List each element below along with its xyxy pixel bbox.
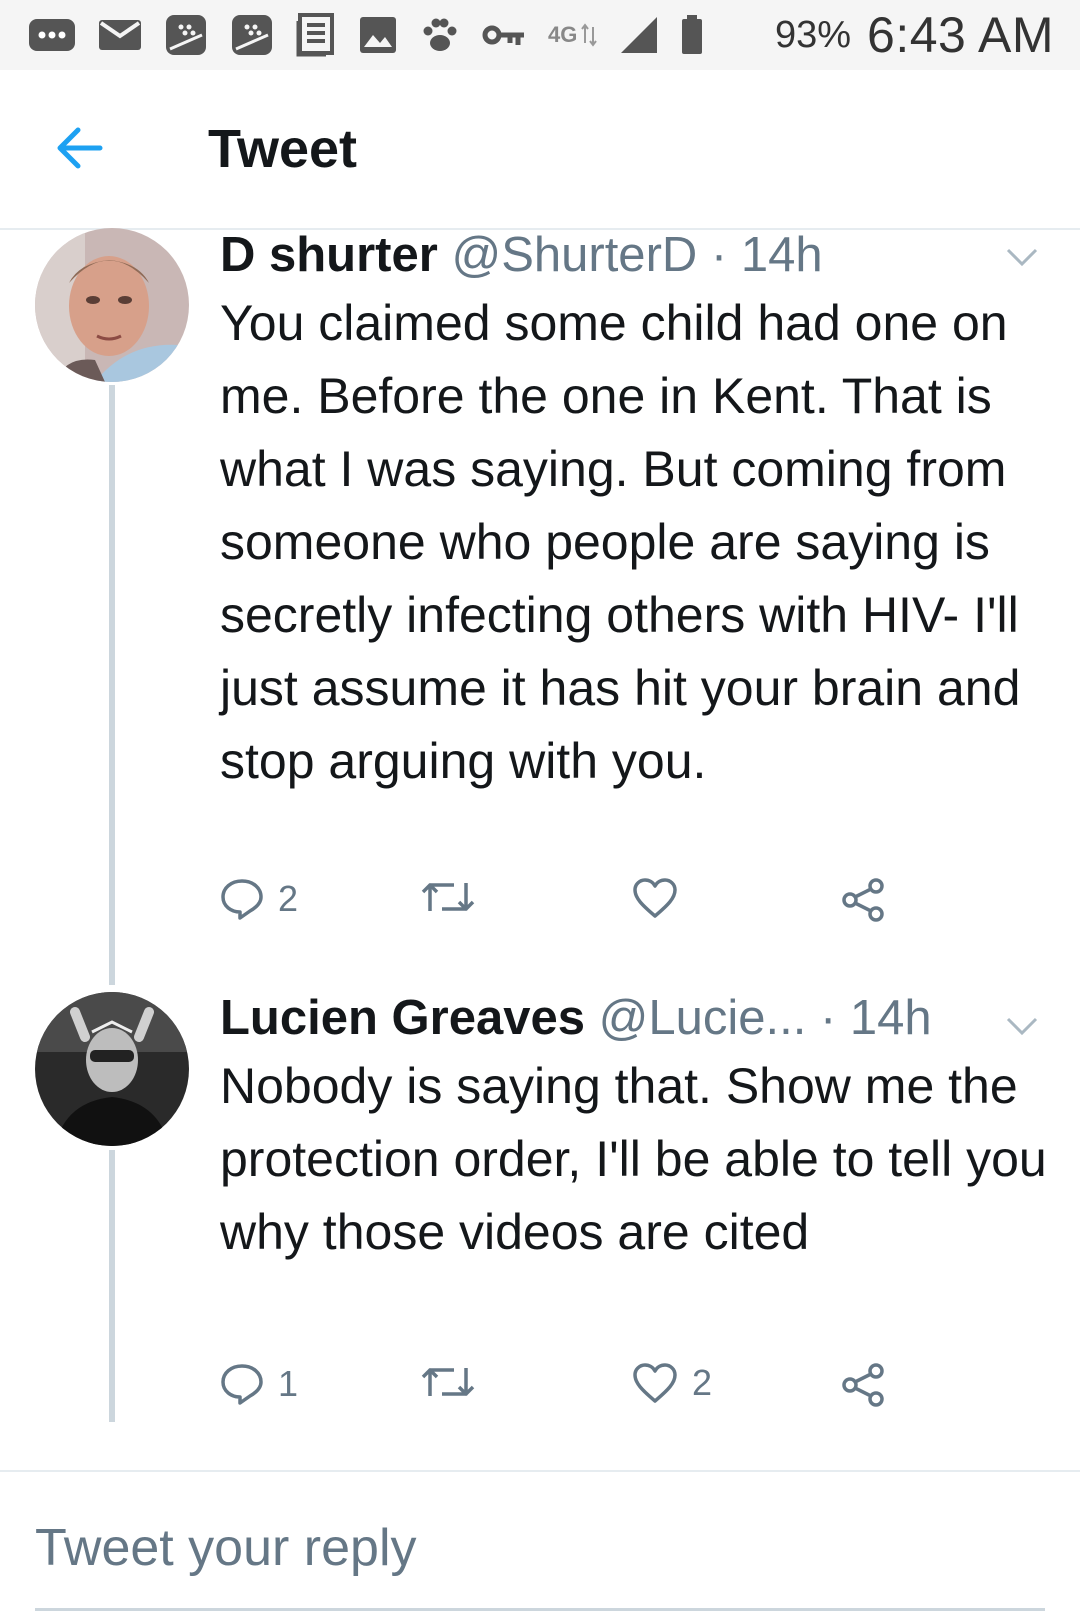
clock: 6:43 AM [867,7,1054,63]
tweet-text: You claimed some child had one on me. Be… [220,295,1021,789]
retweet-icon [421,883,475,911]
like-count: 2 [692,1362,713,1403]
paw-icon [420,15,460,55]
username[interactable]: @ShurterD [451,228,697,282]
back-arrow-icon [57,127,103,169]
display-name[interactable]: D shurter [220,228,438,282]
retweet-button[interactable] [420,1362,490,1402]
tweet-actions: 2 [220,877,920,937]
timestamp[interactable]: 14h [741,228,823,282]
share-button[interactable] [840,1362,886,1408]
tweet[interactable]: D shurter @ShurterD · 14h You claimed so… [0,225,1080,985]
reply-count: 2 [278,878,299,919]
blackberry-icon [230,13,274,57]
tweet-actions: 1 2 [220,1362,920,1422]
separator: · [710,228,728,282]
mail-icon [98,19,142,51]
reply-composer [0,1470,1080,1622]
status-right: 93% 6:43 AM [775,6,1054,64]
tweet[interactable]: Lucien Greaves @Lucie... · 14h Nobody is… [0,990,1080,1470]
like-button[interactable]: 2 [632,1362,712,1404]
more-icon [28,17,76,53]
app-bar: Tweet [0,70,1080,230]
separator: · [819,991,837,1045]
share-button[interactable] [840,877,886,923]
notification-icons: 4G [28,13,703,57]
status-bar: 4G 93% 6:43 AM [0,0,1080,70]
4g-lte-icon: 4G [548,22,598,48]
reply-button[interactable]: 1 [220,1362,298,1406]
battery-icon [681,15,703,55]
retweet-button[interactable] [420,877,490,917]
reply-button[interactable]: 2 [220,877,298,921]
image-icon [358,15,398,55]
heart-icon [633,878,677,918]
retweet-icon [421,1368,475,1396]
username[interactable]: @Lucie... [599,991,807,1045]
avatar[interactable] [35,228,189,382]
back-button[interactable] [52,122,112,174]
input-underline [35,1608,1045,1611]
page-title: Tweet [208,119,358,179]
tweet-menu-button[interactable] [1005,247,1039,267]
thread-line [109,385,115,985]
share-icon [842,1363,884,1407]
share-icon [842,878,884,922]
reply-icon [221,1364,263,1405]
signal-icon [619,15,659,55]
like-button[interactable] [632,877,692,919]
tweet-menu-button[interactable] [1005,1016,1039,1036]
reply-input[interactable] [35,1518,1045,1578]
heart-icon [633,1363,677,1403]
reply-icon [221,879,263,920]
timestamp[interactable]: 14h [850,991,932,1045]
chevron-down-icon [1006,1017,1038,1036]
avatar[interactable] [35,992,189,1146]
reply-count: 1 [278,1363,299,1404]
display-name[interactable]: Lucien Greaves [220,991,585,1045]
blackberry-icon [164,13,208,57]
news-icon [296,13,336,57]
vpn-key-icon [482,21,526,49]
chevron-down-icon [1006,248,1038,267]
battery-percent: 93% [774,13,852,56]
thread-line [109,1150,115,1422]
tweet-text: Nobody is saying that. Show me the prote… [220,1058,1047,1260]
network-type: 4G [548,22,578,47]
